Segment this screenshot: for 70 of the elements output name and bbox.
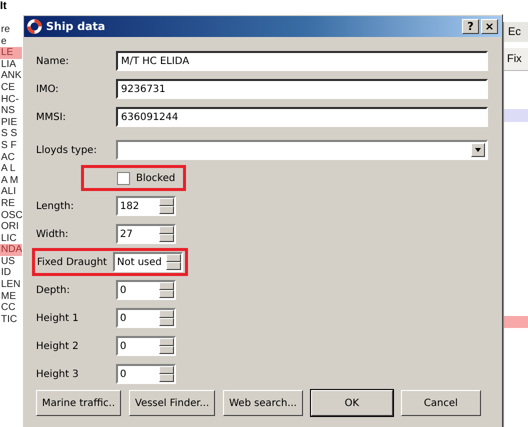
list-row: LE <box>0 47 22 59</box>
close-button[interactable]: × <box>481 19 498 34</box>
list-row-text: CC <box>0 302 16 314</box>
spinner-field[interactable]: 0 <box>116 336 176 356</box>
spinner-field[interactable]: 0 <box>116 280 176 300</box>
list-row-text: HC- <box>0 94 20 106</box>
list-row-text: re <box>0 24 11 36</box>
field-label: Width: <box>36 228 70 240</box>
spinner-field[interactable]: 0 <box>116 308 176 328</box>
list-row <box>504 316 528 328</box>
spinner-field[interactable]: Not used <box>113 252 183 272</box>
column-header: Fix <box>504 48 528 71</box>
field-label: Height 1 <box>36 312 80 324</box>
help-button[interactable]: ? <box>462 19 479 34</box>
list-row-text: LEN <box>0 279 22 291</box>
field-label: IMO: <box>36 84 60 94</box>
list-row-text: TIC <box>0 314 18 326</box>
field-label: Name: <box>36 56 70 66</box>
list-row-text: LIA <box>0 58 18 70</box>
list-row-text: CE <box>0 82 16 94</box>
list-row: OSC <box>0 210 22 222</box>
field-label: Height 2 <box>36 340 80 352</box>
field-label: Depth: <box>36 284 71 296</box>
list-row-text: PIE <box>0 116 18 128</box>
list-row-text: RE <box>0 198 16 210</box>
spinner-field[interactable]: 0 <box>116 364 176 384</box>
spin-arrows-icon[interactable] <box>159 226 174 242</box>
checkbox[interactable] <box>117 172 130 184</box>
dialog-button[interactable]: Cancel <box>400 390 481 416</box>
spin-arrows-icon[interactable] <box>159 282 174 298</box>
spin-arrows-icon[interactable] <box>159 366 174 382</box>
spin-arrows-icon[interactable] <box>159 310 174 326</box>
field-label: Height 3 <box>36 368 80 380</box>
dropdown-field[interactable] <box>116 140 488 160</box>
spinner-field[interactable]: 27 <box>116 224 176 244</box>
caption-text: It <box>0 0 7 12</box>
lifebuoy-icon <box>27 19 42 34</box>
field-label: Lloyds type: <box>36 144 98 156</box>
list-row-text: US <box>0 256 16 268</box>
list-row-text: LIC <box>0 232 18 244</box>
list-row-text: AC <box>0 152 16 164</box>
list-row: NDA <box>0 244 22 256</box>
list-row-text: A M <box>0 174 20 186</box>
text-field[interactable]: M/T HC ELIDA <box>116 51 488 71</box>
list-row-text: A L <box>0 163 16 175</box>
text-field[interactable]: 9236731 <box>116 79 488 99</box>
list-row-text: ME <box>0 290 17 302</box>
list-row-text: S S <box>0 128 18 140</box>
dialog-button[interactable]: Web search... <box>223 390 303 416</box>
list-row: ANK <box>0 70 22 82</box>
dialog-button[interactable]: Marine traffic.. <box>36 390 121 416</box>
field-label: Fixed Draught <box>37 256 108 268</box>
field-label: Length: <box>36 200 75 212</box>
list-row <box>504 109 528 122</box>
list-row-text: ALI <box>0 186 18 198</box>
window-title: Ship data <box>46 20 106 33</box>
field-label: MMSI: <box>36 112 67 122</box>
list-row-text: S F <box>0 140 18 152</box>
list-row-text: e <box>0 36 8 48</box>
dialog-button[interactable]: Vessel Finder... <box>129 390 216 416</box>
list-row-text: ORI <box>0 221 20 233</box>
dialog-button[interactable]: OK <box>310 390 393 416</box>
text-field[interactable]: 636091244 <box>116 107 488 127</box>
spinner-field[interactable]: 182 <box>116 196 176 216</box>
spin-arrows-icon[interactable] <box>159 338 174 354</box>
list-row-text: ID <box>0 267 12 280</box>
checkbox-label: Blocked <box>136 172 176 184</box>
spin-arrows-icon[interactable] <box>159 198 174 214</box>
list-row-text: NS <box>0 105 16 117</box>
spin-arrows-icon[interactable] <box>166 254 181 270</box>
